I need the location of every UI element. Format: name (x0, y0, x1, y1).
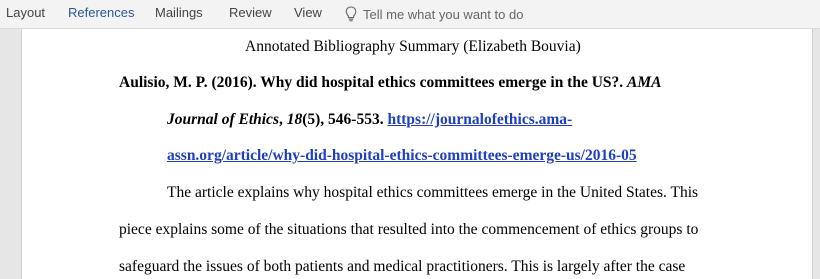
citation-journal-part2: Journal of Ethics (167, 111, 279, 128)
citation-line-1: Aulisio, M. P. (2016). Why did hospital … (119, 74, 662, 92)
citation-issue-pages: (5), 546-553. (302, 111, 384, 128)
tab-mailings[interactable]: Mailings (155, 0, 203, 28)
tell-me-box[interactable]: Tell me what you want to do (345, 0, 523, 28)
citation-volume: 18 (286, 111, 303, 128)
ribbon-tab-bar: Layout References Mailings Review View T… (0, 0, 820, 29)
lightbulb-icon (345, 6, 357, 22)
tab-references[interactable]: References (68, 0, 134, 28)
tab-layout[interactable]: Layout (6, 0, 45, 28)
citation-line-2: Journal of Ethics, 18(5), 546-553. https… (167, 111, 572, 129)
body-line-3: safeguard the issues of both patients an… (119, 258, 686, 275)
tab-view[interactable]: View (294, 0, 322, 28)
citation-authors-title: Aulisio, M. P. (2016). Why did hospital … (119, 74, 624, 91)
document-title: Annotated Bibliography Summary (Elizabet… (245, 38, 581, 55)
citation-journal-part1: AMA (627, 74, 662, 91)
citation-url-part1[interactable]: https://journalofethics.ama- (387, 111, 572, 128)
body-line-2: piece explains some of the situations th… (119, 221, 699, 238)
document-page[interactable]: Annotated Bibliography Summary (Elizabet… (21, 29, 813, 279)
tab-review[interactable]: Review (229, 0, 272, 28)
citation-line-3: assn.org/article/why-did-hospital-ethics… (167, 147, 637, 165)
citation-url-part2[interactable]: assn.org/article/why-did-hospital-ethics… (167, 147, 637, 164)
body-line-1: The article explains why hospital ethics… (167, 184, 699, 201)
citation-sep: , (278, 111, 283, 128)
tell-me-text: Tell me what you want to do (363, 6, 524, 22)
